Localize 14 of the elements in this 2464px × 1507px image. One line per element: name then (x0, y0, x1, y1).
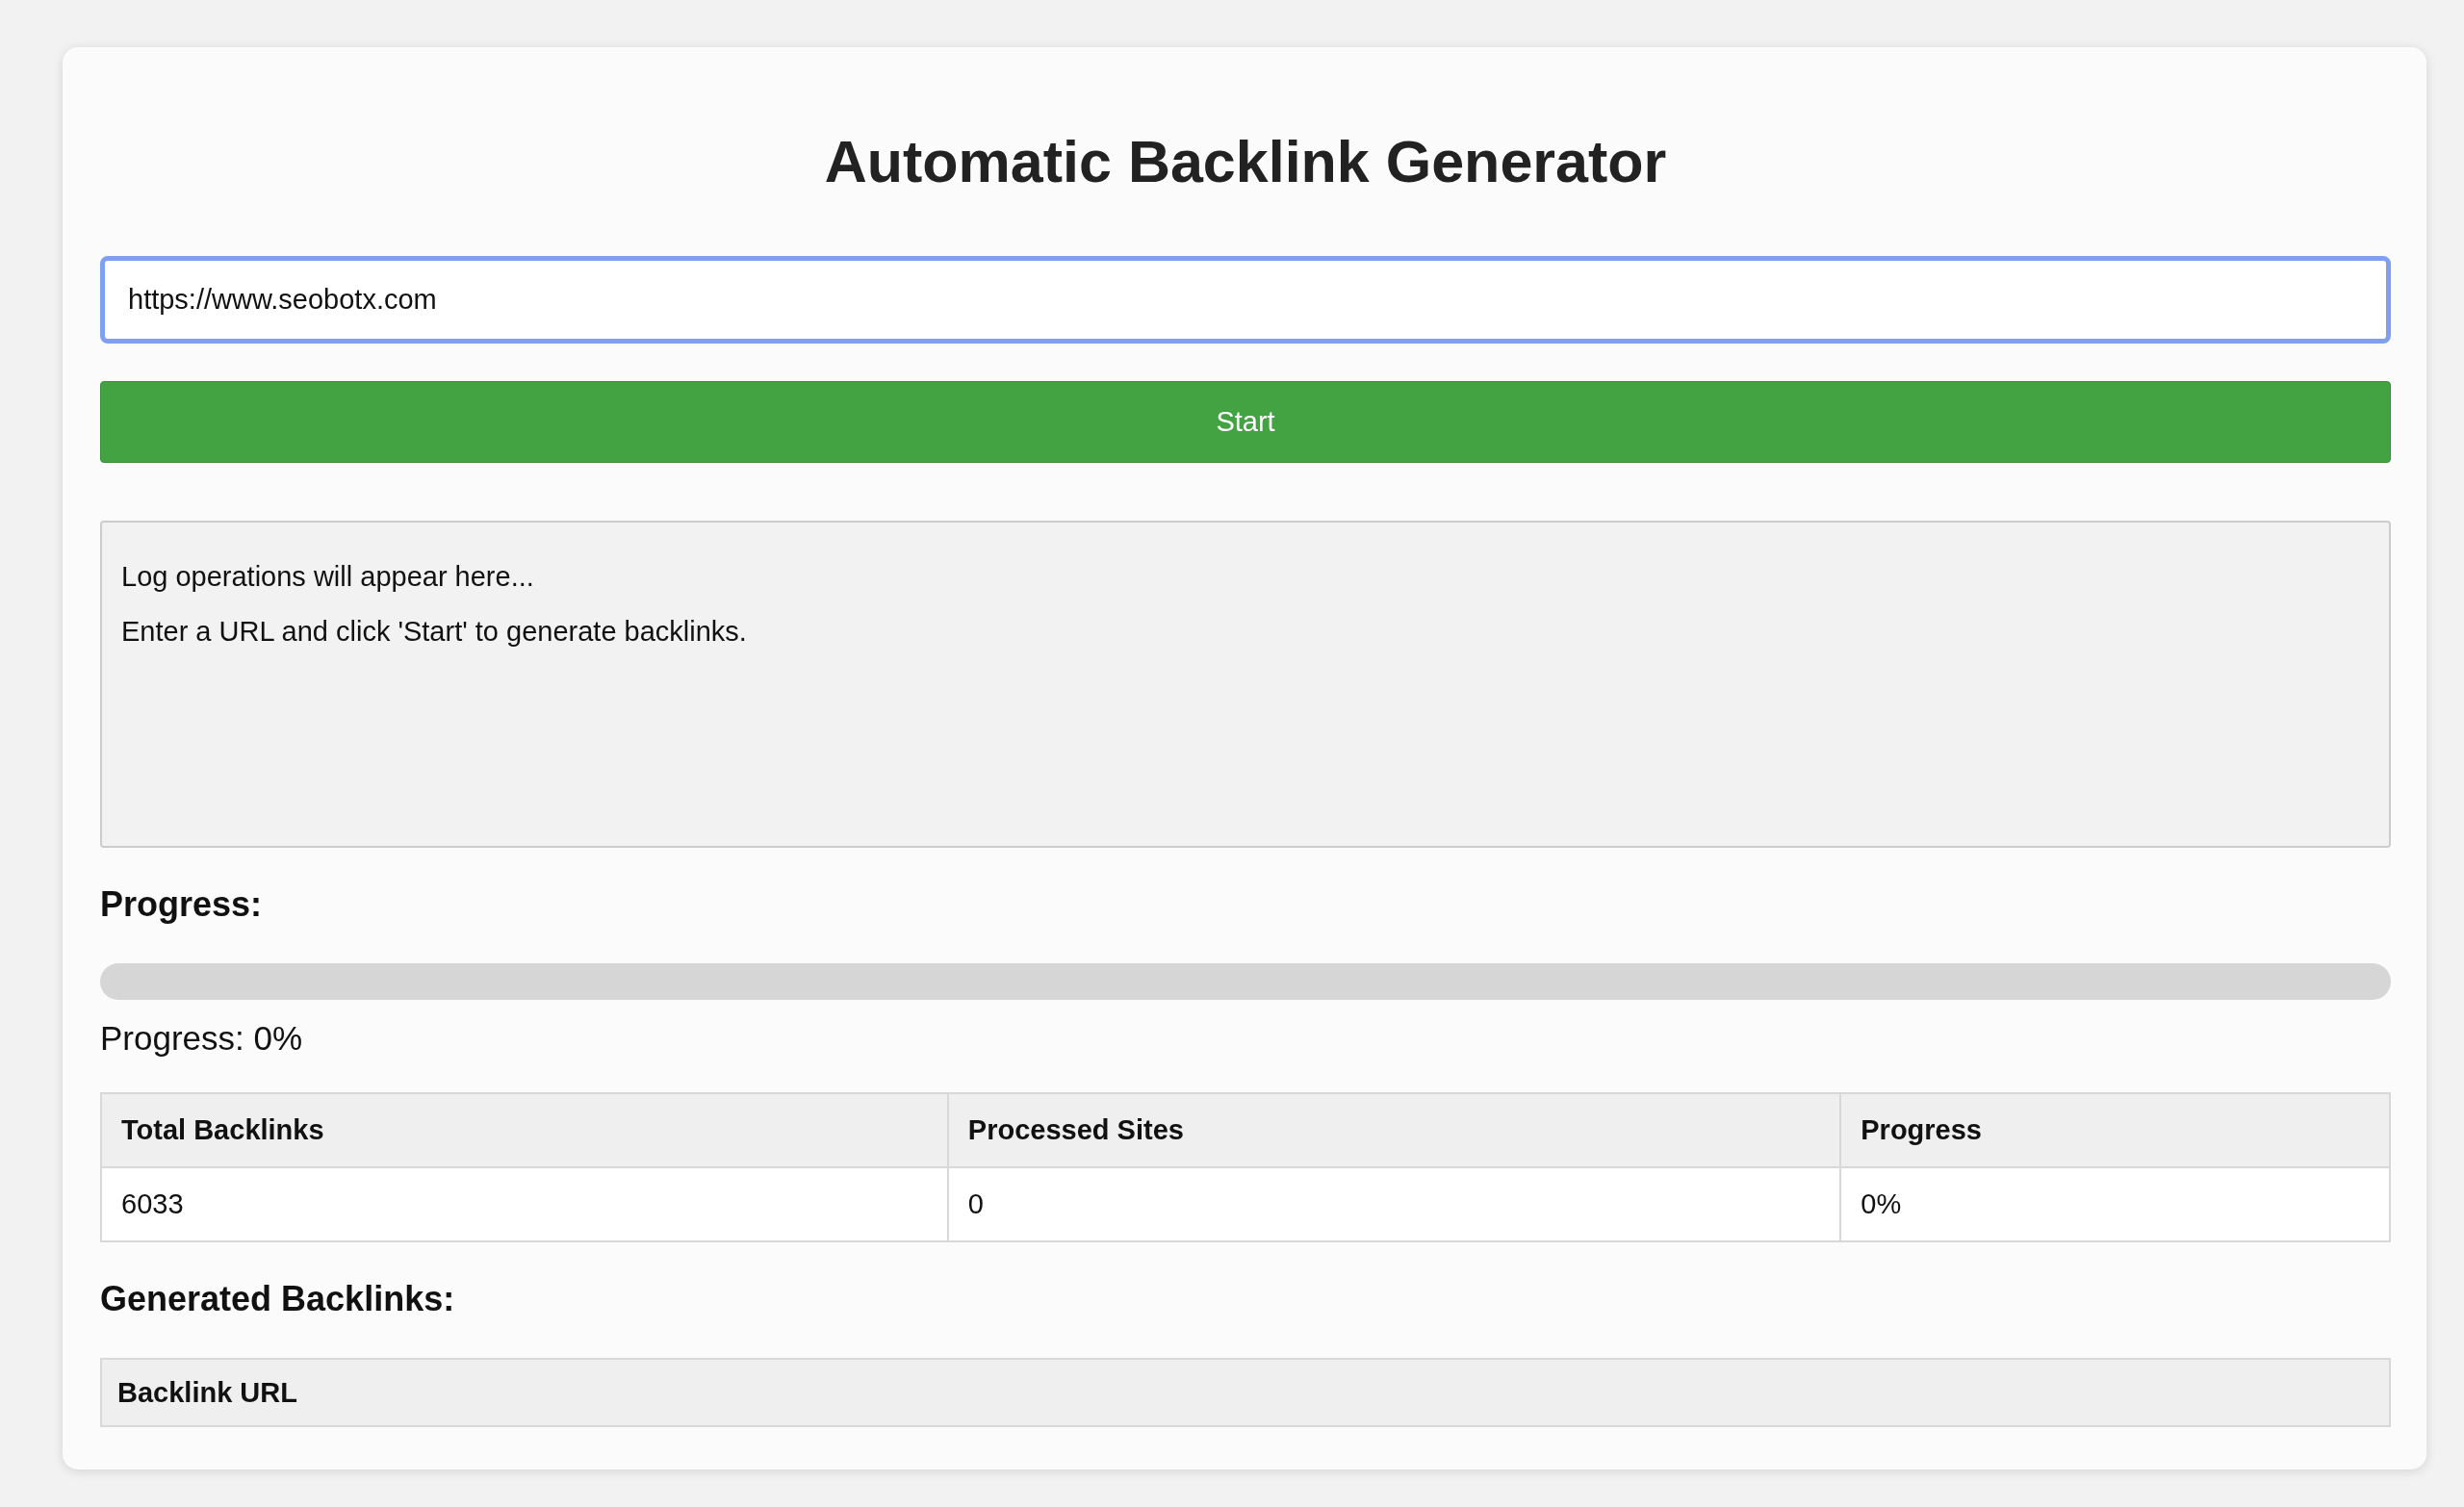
table-cell: 0% (1840, 1167, 2390, 1242)
column-header: Processed Sites (947, 1093, 1841, 1168)
log-line: Enter a URL and click 'Start' to generate backlinks. (121, 616, 748, 649)
progress-heading: Progress: (100, 884, 264, 926)
table-cell: 6033 (101, 1167, 948, 1242)
log-line: Log operations will appear here... (121, 561, 535, 594)
column-header: Backlink URL (101, 1359, 2390, 1427)
url-input-field[interactable]: https://www.seobotx.com (100, 256, 2391, 345)
progress-reading: Progress: 0% (100, 1019, 304, 1059)
column-header: Progress (1840, 1093, 2390, 1168)
table-cell: 0 (947, 1167, 1841, 1242)
page-title: Automatic Backlink Generator (823, 130, 1668, 195)
backlinks-heading: Generated Backlinks: (100, 1279, 456, 1320)
column-header: Total Backlinks (101, 1093, 948, 1168)
